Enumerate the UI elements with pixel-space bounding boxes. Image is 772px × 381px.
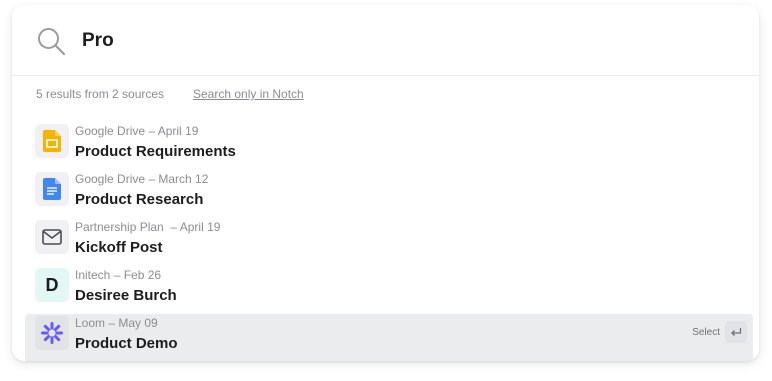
loom-icon (35, 316, 69, 350)
google-docs-icon (35, 172, 69, 206)
result-title: Product Demo (75, 335, 178, 352)
enter-key-icon[interactable] (725, 321, 747, 343)
result-item[interactable]: Google Drive – April 19 Product Requirem… (25, 122, 753, 170)
search-bar[interactable]: Pro (12, 5, 759, 76)
result-source: Partnership Plan – April 19 (75, 220, 221, 234)
google-slides-icon (35, 124, 69, 158)
result-title: Desiree Burch (75, 287, 177, 304)
result-source: Initech – Feb 26 (75, 268, 162, 282)
results-list: Google Drive – April 19 Product Requirem… (25, 122, 753, 361)
result-item[interactable]: D Initech – Feb 26 Desiree Burch (25, 266, 753, 314)
command-palette: Pro 5 results from 2 sources Search only… (12, 5, 759, 361)
result-title: Kickoff Post (75, 239, 163, 256)
result-item[interactable]: Google Drive – March 12 Product Research (25, 170, 753, 218)
result-title: Product Research (75, 191, 204, 208)
results-summary: 5 results from 2 sources (36, 87, 165, 101)
select-hint-label: Select (692, 327, 720, 338)
result-title: Product Requirements (75, 143, 236, 160)
result-source: Google Drive – April 19 (75, 124, 199, 138)
mail-icon (35, 220, 69, 254)
result-source: Loom – May 09 (75, 316, 158, 330)
result-item[interactable]: Partnership Plan – April 19 Kickoff Post (25, 218, 753, 266)
search-only-in-notch-link[interactable]: Search only in Notch (193, 87, 304, 101)
avatar: D (35, 268, 69, 302)
result-source: Google Drive – March 12 (75, 172, 209, 186)
search-icon (38, 28, 66, 56)
result-item-selected[interactable]: Loom – May 09 Product Demo Select (25, 314, 753, 361)
search-input[interactable]: Pro (82, 30, 114, 52)
